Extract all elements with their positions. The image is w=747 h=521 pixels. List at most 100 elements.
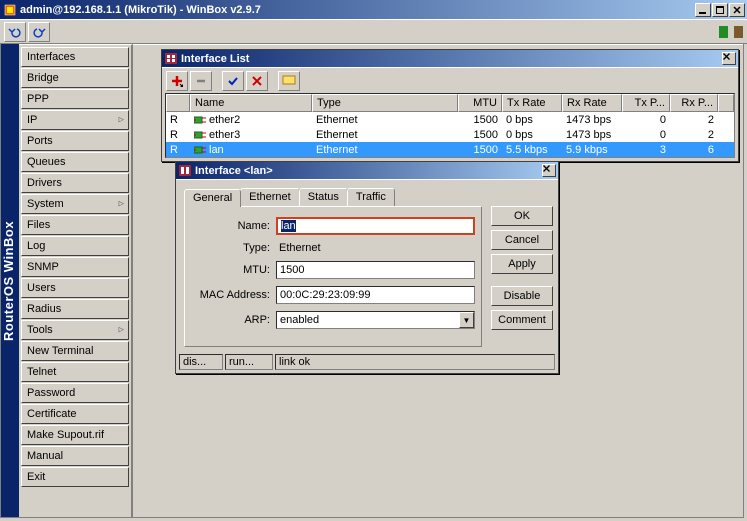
chevron-down-icon[interactable]: ▼ (459, 312, 474, 328)
nic-icon (194, 129, 206, 141)
maximize-button[interactable] (712, 3, 728, 17)
disable-button[interactable] (246, 71, 268, 91)
name-input[interactable]: lan (276, 217, 475, 235)
interface-list-title: Interface List (181, 53, 249, 65)
cell-name: ether2 (190, 114, 312, 126)
enable-button[interactable] (222, 71, 244, 91)
type-label: Type: (191, 242, 276, 254)
col-type[interactable]: Type (312, 94, 458, 112)
sidebar-item-make-supout-rif[interactable]: Make Supout.rif (21, 425, 129, 445)
disable-button[interactable]: Disable (491, 286, 553, 306)
interface-list-icon (164, 52, 178, 66)
cell-txp: 0 (622, 129, 670, 141)
tab-status[interactable]: Status (299, 188, 348, 206)
remove-button[interactable] (190, 71, 212, 91)
col-txp[interactable]: Tx P... (622, 94, 670, 112)
add-button[interactable] (166, 71, 188, 91)
sidebar-item-ports[interactable]: Ports (21, 131, 129, 151)
brand-strip: RouterOS WinBox (1, 44, 19, 517)
sidebar-item-telnet[interactable]: Telnet (21, 362, 129, 382)
sidebar-item-manual[interactable]: Manual (21, 446, 129, 466)
cell-flag: R (166, 144, 190, 156)
tab-ethernet[interactable]: Ethernet (240, 188, 300, 206)
sidebar-item-snmp[interactable]: SNMP (21, 257, 129, 277)
table-row[interactable]: Rether2Ethernet15000 bps1473 bps02 (166, 112, 734, 127)
sidebar-item-label: PPP (27, 93, 49, 105)
interface-list-toolbar (162, 67, 738, 93)
sidebar-item-system[interactable]: System▷ (21, 194, 129, 214)
sidebar-item-label: Exit (27, 471, 45, 483)
cell-mtu: 1500 (458, 129, 502, 141)
col-rxp[interactable]: Rx P... (670, 94, 718, 112)
cell-type: Ethernet (312, 114, 458, 126)
sidebar: Interfaces Bridge PPP IP▷PortsQueuesDrivers… (19, 44, 133, 517)
mtu-label: MTU: (191, 264, 276, 276)
sidebar-item-users[interactable]: Users (21, 278, 129, 298)
interface-list-titlebar[interactable]: Interface List (162, 50, 738, 67)
close-button[interactable] (729, 3, 745, 17)
table-row[interactable]: RlanEthernet15005.5 kbps5.9 kbps36 (166, 142, 734, 157)
minimize-button[interactable] (695, 3, 711, 17)
sidebar-item-ip[interactable]: IP▷ (21, 110, 129, 130)
undo-button[interactable] (4, 22, 26, 42)
comment-dialog-button[interactable]: Comment (491, 310, 553, 330)
interface-dialog-title: Interface <lan> (195, 165, 273, 177)
sidebar-item-password[interactable]: Password (21, 383, 129, 403)
sidebar-item-new-terminal[interactable]: New Terminal (21, 341, 129, 361)
table-row[interactable]: Rether3Ethernet15000 bps1473 bps02 (166, 127, 734, 142)
redo-button[interactable] (28, 22, 50, 42)
col-txrate[interactable]: Tx Rate (502, 94, 562, 112)
status-indicator-secure (734, 26, 743, 38)
sidebar-item-label: IP (27, 114, 37, 126)
sidebar-item-ppp[interactable]: PPP (21, 89, 129, 109)
sidebar-item-label: Interfaces (27, 51, 75, 63)
cell-rxrate: 1473 bps (562, 129, 622, 141)
sidebar-item-bridge[interactable]: Bridge (21, 68, 129, 88)
sidebar-item-certificate[interactable]: Certificate (21, 404, 129, 424)
mac-input[interactable]: 00:0C:29:23:09:99 (276, 286, 475, 304)
cell-rxp: 2 (670, 129, 718, 141)
cell-name: lan (190, 144, 312, 156)
cell-rxrate: 1473 bps (562, 114, 622, 126)
sidebar-item-interfaces[interactable]: Interfaces (21, 47, 129, 67)
ok-button[interactable]: OK (491, 206, 553, 226)
sidebar-item-label: New Terminal (27, 345, 93, 357)
arp-select[interactable]: enabled ▼ (276, 311, 475, 329)
sidebar-item-tools[interactable]: Tools▷ (21, 320, 129, 340)
dialog-statusbar: dis... run... link ok (176, 352, 558, 373)
mtu-input[interactable]: 1500 (276, 261, 475, 279)
sidebar-item-queues[interactable]: Queues (21, 152, 129, 172)
sidebar-item-log[interactable]: Log (21, 236, 129, 256)
window-title: admin@192.168.1.1 (MikroTik) - WinBox v2… (20, 4, 695, 16)
status-running: run... (225, 354, 273, 370)
status-indicator-green (719, 26, 728, 38)
sidebar-item-exit[interactable]: Exit (21, 467, 129, 487)
col-name[interactable]: Name (190, 94, 312, 112)
col-flag[interactable] (166, 94, 190, 112)
col-mtu[interactable]: MTU (458, 94, 502, 112)
interface-list-close-button[interactable] (722, 52, 736, 65)
status-link: link ok (275, 354, 555, 370)
col-rxrate[interactable]: Rx Rate (562, 94, 622, 112)
comment-button[interactable] (278, 71, 300, 91)
cancel-button[interactable]: Cancel (491, 230, 553, 250)
mac-label: MAC Address: (191, 289, 276, 301)
interface-dialog-titlebar[interactable]: Interface <lan> (176, 162, 558, 179)
cell-txp: 0 (622, 114, 670, 126)
interface-dialog-close-button[interactable] (542, 164, 556, 177)
main-titlebar: admin@192.168.1.1 (MikroTik) - WinBox v2… (0, 0, 747, 19)
cell-type: Ethernet (312, 129, 458, 141)
sidebar-item-label: Password (27, 387, 75, 399)
sidebar-item-radius[interactable]: Radius (21, 299, 129, 319)
tab-general[interactable]: General (184, 189, 241, 207)
cell-mtu: 1500 (458, 114, 502, 126)
sidebar-item-label: SNMP (27, 261, 59, 273)
cell-txp: 3 (622, 144, 670, 156)
sidebar-item-drivers[interactable]: Drivers (21, 173, 129, 193)
apply-button[interactable]: Apply (491, 254, 553, 274)
sidebar-item-label: Certificate (27, 408, 77, 420)
cell-txrate: 0 bps (502, 129, 562, 141)
main-toolbar (0, 19, 747, 44)
tab-traffic[interactable]: Traffic (347, 188, 395, 206)
sidebar-item-files[interactable]: Files (21, 215, 129, 235)
